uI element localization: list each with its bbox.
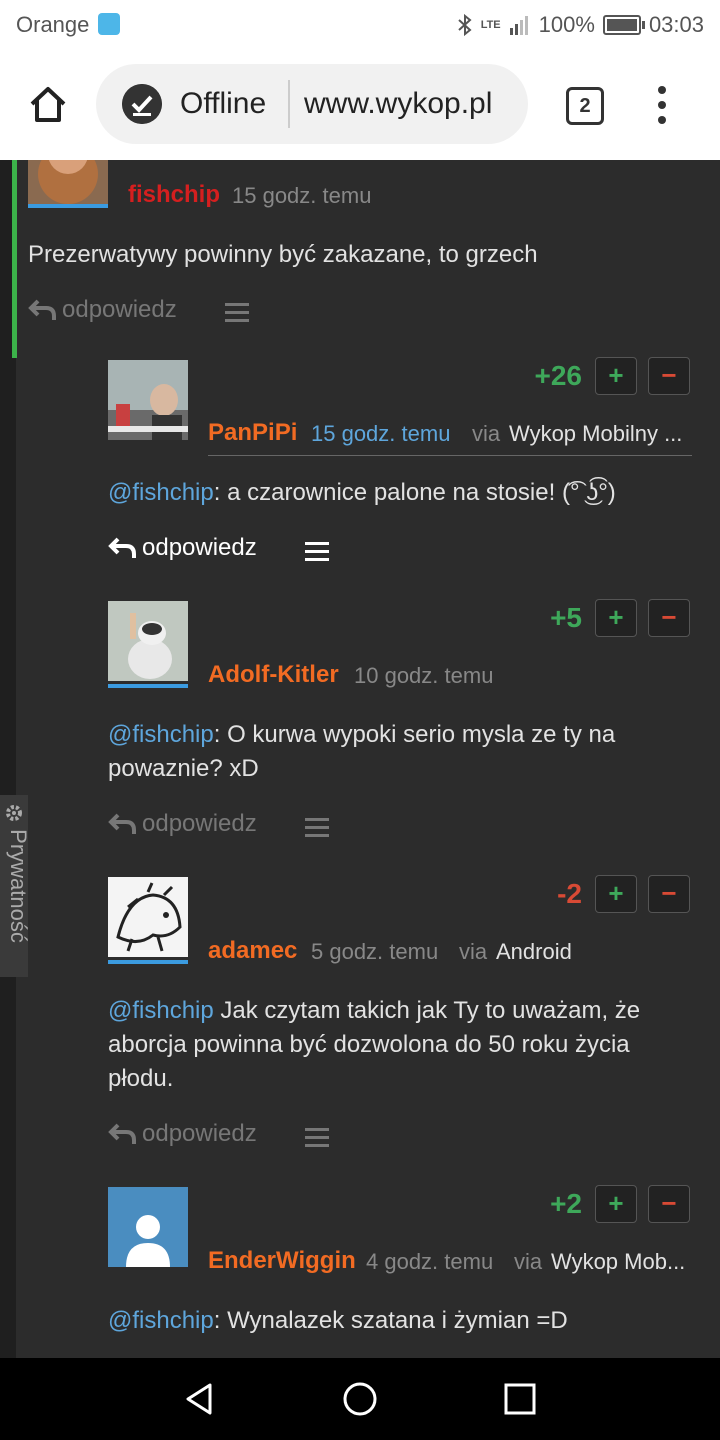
url-divider	[288, 80, 290, 128]
thread-highlight-bar	[12, 160, 17, 358]
vote-down-button[interactable]: −	[648, 599, 690, 637]
clock: 03:03	[648, 12, 704, 37]
avatar-underline	[108, 960, 188, 964]
reply-label: odpowiedz	[142, 1120, 257, 1147]
vote-up-button[interactable]: +	[595, 875, 637, 913]
privacy-tab[interactable]: Prywatność	[0, 795, 31, 977]
carrier-name: Orange	[16, 12, 90, 37]
comment-time: 5 godz. temu	[311, 939, 439, 964]
shield-icon	[97, 13, 120, 35]
via-app: Wykop Mob...	[551, 1249, 686, 1274]
author-name[interactable]: adamec	[208, 937, 297, 965]
comment-time: 4 godz. temu	[366, 1249, 494, 1274]
via-app: Wykop Mobilny ...	[509, 421, 683, 446]
comment-time: 15 godz. temu	[311, 421, 451, 446]
comment-text: @fishchip: O kurwa wypoki serio mysla ze…	[108, 718, 688, 786]
avatar[interactable]	[108, 877, 188, 957]
reply-button[interactable]: odpowiedz	[28, 296, 177, 324]
comment-body: : a czarownice palone na stosie! (͡° ͜ʖ͡…	[213, 479, 616, 506]
avatar[interactable]	[108, 601, 188, 681]
avatar-underline	[108, 684, 188, 688]
via-app: Android	[496, 939, 572, 964]
vote-score: +5	[550, 602, 582, 633]
mention-link[interactable]: @fishchip	[108, 997, 214, 1024]
vote-up-button[interactable]: +	[595, 357, 637, 395]
comment-body: : Wynalazek szatana i żymian =D	[213, 1307, 568, 1334]
reply-button[interactable]: odpowiedz	[108, 810, 257, 838]
url-text[interactable]: www.wykop.pl	[304, 87, 492, 121]
reply-icon	[108, 537, 136, 558]
reply-label: odpowiedz	[142, 810, 257, 837]
avatar[interactable]	[28, 160, 108, 204]
avatar[interactable]	[108, 360, 188, 440]
vote-down-button[interactable]: −	[648, 875, 690, 913]
header-divider	[208, 455, 692, 456]
signal-icon	[509, 16, 528, 35]
author-name[interactable]: EnderWiggin	[208, 1247, 356, 1275]
vote-up-button[interactable]: +	[595, 599, 637, 637]
back-icon[interactable]	[182, 1381, 218, 1417]
carrier-label: Orange	[16, 12, 120, 38]
via-label: via	[459, 939, 488, 964]
reply-icon	[108, 813, 136, 834]
comment-time: 10 godz. temu	[354, 663, 494, 688]
author-name[interactable]: fishchip	[128, 181, 220, 209]
default-avatar-icon[interactable]	[108, 1187, 188, 1267]
bluetooth-icon	[458, 13, 472, 37]
comment-text: @fishchip: a czarownice palone na stosie…	[108, 476, 698, 510]
mention-link[interactable]: @fishchip	[108, 721, 214, 748]
mention-link[interactable]: @fishchip	[108, 479, 214, 506]
vote-score: +2	[550, 1188, 582, 1219]
comment-time: 15 godz. temu	[232, 183, 372, 208]
comment-menu-icon[interactable]	[225, 303, 249, 322]
comments-area: fishchip 15 godz. temu Prezerwatywy powi…	[0, 160, 720, 1358]
reply-button[interactable]: odpowiedz	[108, 1120, 257, 1148]
reply-label: odpowiedz	[142, 534, 257, 561]
status-bar: Orange LTE 100% 03:03	[0, 0, 720, 50]
vote-up-button[interactable]: +	[595, 1185, 637, 1223]
vote-score: -2	[557, 878, 582, 909]
reply-icon	[28, 299, 56, 320]
status-right: LTE 100% 03:03	[457, 12, 704, 38]
privacy-label: Prywatność	[6, 829, 31, 943]
via-label: via	[472, 421, 501, 446]
offline-icon	[122, 84, 162, 124]
via-label: via	[514, 1249, 543, 1274]
comment-text: @fishchip: Wynalazek szatana i żymian =D	[108, 1304, 688, 1338]
home-icon[interactable]	[24, 80, 72, 128]
battery-percent: 100%	[538, 12, 595, 37]
overflow-menu-icon[interactable]	[652, 86, 672, 126]
comment-menu-icon[interactable]	[305, 1128, 329, 1147]
author-name[interactable]: Adolf-Kitler	[208, 661, 339, 689]
avatar-underline	[28, 204, 108, 208]
comment-text: @fishchip Jak czytam takich jak Ty to uw…	[108, 994, 688, 1096]
comment-menu-icon[interactable]	[305, 818, 329, 837]
network-type: LTE	[480, 19, 501, 31]
battery-icon	[602, 15, 645, 35]
recents-icon[interactable]	[504, 1383, 536, 1415]
address-bar[interactable]: Offline www.wykop.pl	[96, 64, 528, 144]
mention-link[interactable]: @fishchip	[108, 1307, 214, 1334]
home-nav-icon[interactable]	[342, 1381, 378, 1417]
vote-down-button[interactable]: −	[648, 357, 690, 395]
browser-toolbar: Offline www.wykop.pl 2	[0, 50, 720, 160]
tab-switcher-button[interactable]: 2	[566, 87, 604, 125]
reply-label: odpowiedz	[62, 296, 177, 323]
comment-text: Prezerwatywy powinny być zakazane, to gr…	[28, 241, 538, 268]
reply-icon	[108, 1123, 136, 1144]
comment-menu-icon[interactable]	[305, 542, 329, 561]
system-nav-bar	[0, 1358, 720, 1440]
vote-score: +26	[534, 360, 583, 391]
offline-label: Offline	[180, 87, 267, 120]
reply-button[interactable]: odpowiedz	[108, 534, 257, 562]
author-name[interactable]: PanPiPi	[208, 419, 297, 447]
vote-down-button[interactable]: −	[648, 1185, 690, 1223]
